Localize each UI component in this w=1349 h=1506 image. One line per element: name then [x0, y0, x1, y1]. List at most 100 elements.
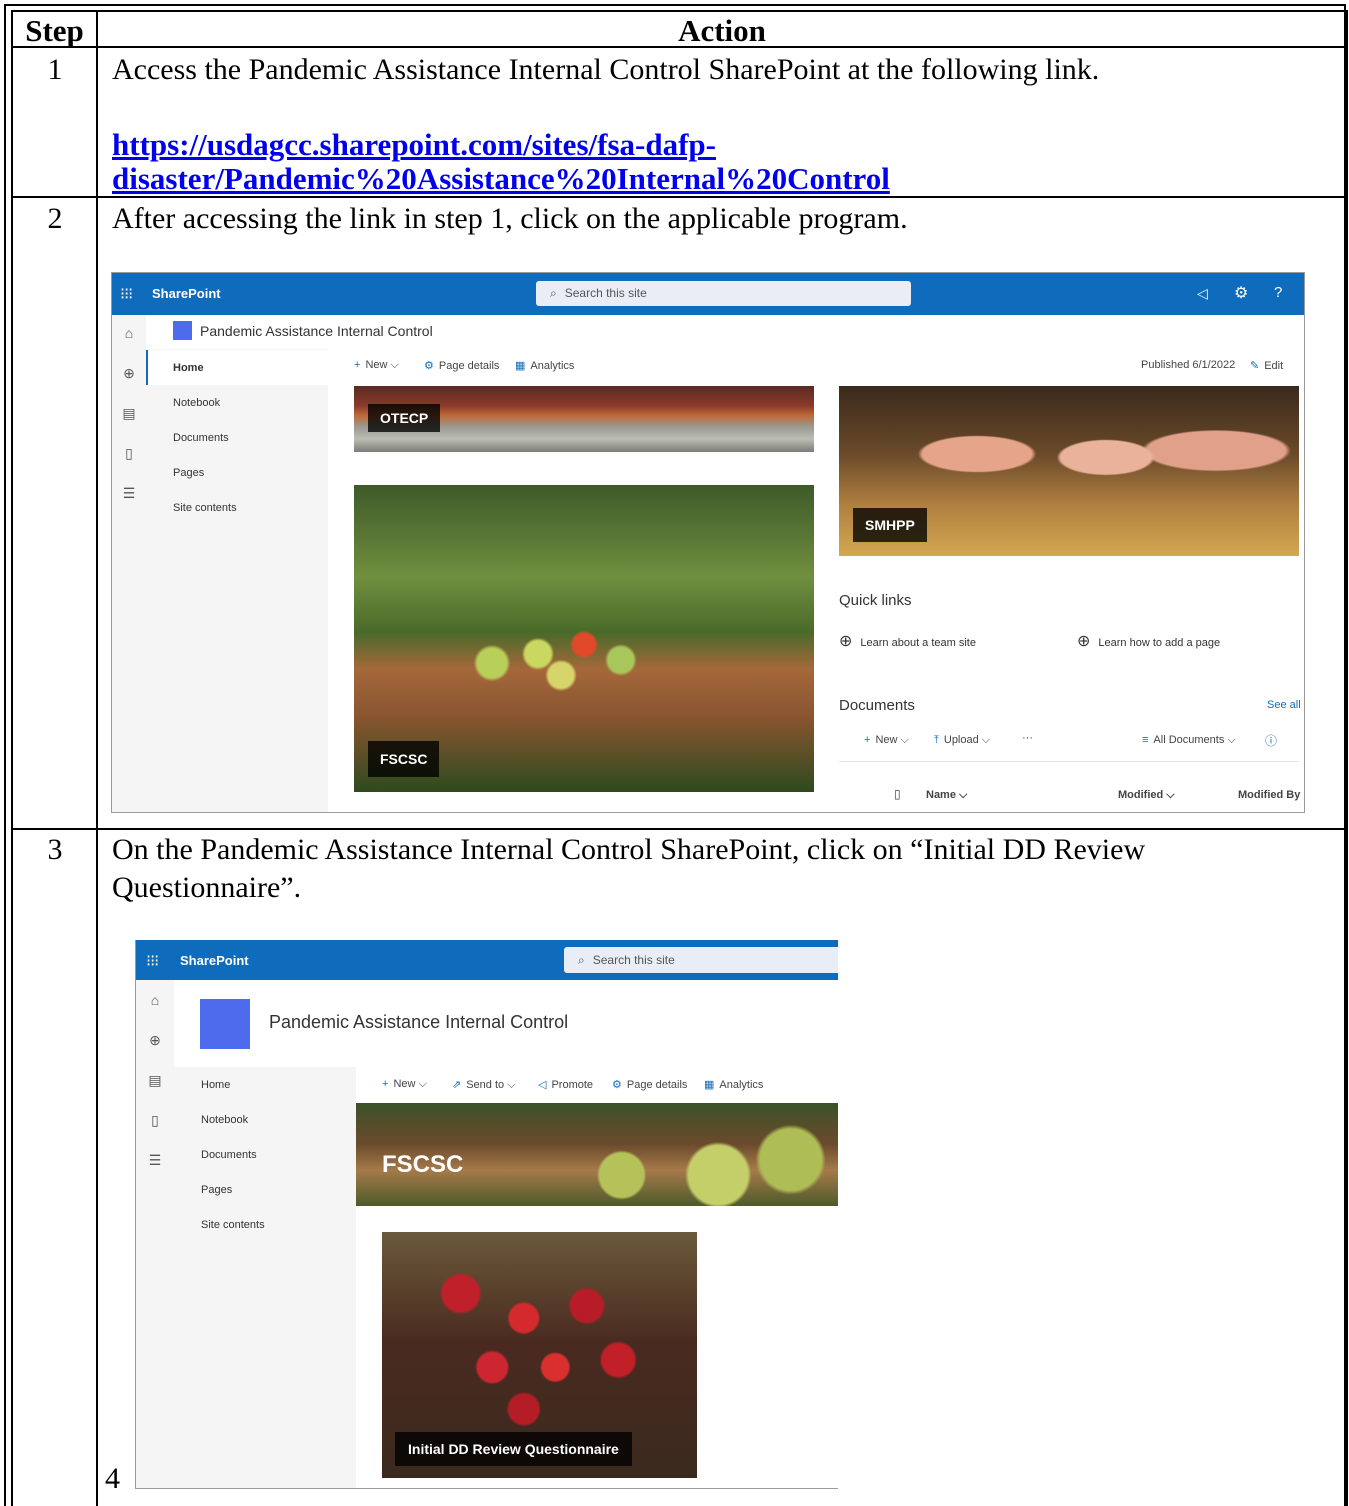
new-button[interactable]: + New ⌵ — [354, 359, 399, 372]
sharepoint-screenshot-home: ⁝⁝⁝ SharePoint ⌕ Search this site ◁ ⚙ ? ⌂… — [111, 272, 1305, 813]
site-title[interactable]: Pandemic Assistance Internal Control — [269, 1012, 568, 1033]
initial-dd-review-tile[interactable]: Initial DD Review Questionnaire — [382, 1232, 697, 1478]
tile-label-initial-dd-review: Initial DD Review Questionnaire — [395, 1432, 632, 1466]
left-nav — [146, 349, 328, 812]
app-rail: ⌂ ⊕ ▤ ▯ ☰ — [136, 980, 174, 1488]
step-3-text-line2: Questionnaire”. — [112, 871, 302, 904]
sharepoint-link-line1[interactable]: https://usdagcc.sharepoint.com/sites/fsa… — [112, 127, 716, 163]
search-placeholder: Search this site — [564, 286, 647, 300]
nav-pages[interactable]: Pages — [173, 467, 204, 479]
documents-title: Documents — [839, 697, 915, 714]
column-modified-by[interactable]: Modified By — [1238, 789, 1300, 801]
brand-name: SharePoint — [152, 286, 221, 301]
pencil-icon: ✎ — [1250, 360, 1260, 372]
nav-site-contents[interactable]: Site contents — [173, 502, 237, 514]
gear-icon: ⚙ — [612, 1079, 622, 1091]
quick-link-add-page[interactable]: ⊕ Learn how to add a page — [1077, 631, 1220, 651]
info-icon[interactable]: ⓘ — [1265, 732, 1277, 749]
step-number: 3 — [47, 833, 63, 866]
site-logo — [200, 999, 250, 1049]
file-type-icon: ▯ — [894, 787, 901, 801]
site-title[interactable]: Pandemic Assistance Internal Control — [200, 323, 433, 339]
gear-icon: ⚙ — [424, 360, 434, 372]
step-number: 2 — [47, 202, 63, 235]
page-details-button[interactable]: ⚙ Page details — [424, 359, 499, 372]
fscsc-tile[interactable]: FSCSC — [354, 485, 814, 792]
step-3-text-line1: On the Pandemic Assistance Internal Cont… — [112, 833, 1146, 866]
nav-documents[interactable]: Documents — [173, 432, 229, 444]
search-box[interactable]: ⌕ Search this site — [536, 281, 911, 306]
list-icon[interactable]: ☰ — [136, 1152, 174, 1169]
column-modified[interactable]: Modified ⌵ — [1118, 789, 1175, 802]
edit-button[interactable]: ✎ Edit — [1250, 359, 1283, 372]
news-icon[interactable]: ▤ — [136, 1072, 174, 1089]
smhpp-tile[interactable]: SMHPP — [839, 386, 1299, 556]
nav-home[interactable]: Home — [173, 362, 204, 374]
app-rail: ⌂ ⊕ ▤ ▯ ☰ — [112, 315, 146, 812]
nav-notebook[interactable]: Notebook — [173, 397, 220, 409]
home-icon[interactable]: ⌂ — [112, 325, 146, 341]
nav-site-contents[interactable]: Site contents — [201, 1219, 265, 1231]
tile-label-otecp: OTECP — [368, 404, 441, 432]
news-icon[interactable]: ▤ — [112, 405, 146, 422]
home-icon[interactable]: ⌂ — [136, 992, 174, 1008]
chart-icon: ▦ — [515, 360, 526, 372]
settings-gear-icon[interactable]: ⚙ — [1234, 283, 1248, 303]
help-icon[interactable]: ? — [1274, 284, 1282, 301]
promote-button[interactable]: ◁ Promote — [538, 1078, 593, 1091]
tile-label-smhpp: SMHPP — [853, 508, 927, 542]
new-button[interactable]: + New ⌵ — [382, 1078, 427, 1091]
doc-header-divider — [839, 761, 1299, 762]
brand-name: SharePoint — [180, 953, 249, 968]
search-box[interactable]: ⌕ Search this site — [564, 947, 838, 973]
megaphone-icon: ◁ — [538, 1079, 547, 1091]
quick-links-title: Quick links — [839, 592, 912, 609]
search-placeholder: Search this site — [592, 953, 675, 967]
upload-button[interactable]: ⤒ Upload ⌵ — [934, 734, 990, 747]
globe-icon[interactable]: ⊕ — [136, 1032, 174, 1049]
doc-new-button[interactable]: + New ⌵ — [864, 734, 909, 747]
column-name[interactable]: Name ⌵ — [926, 789, 967, 802]
globe-icon: ⊕ — [839, 633, 853, 650]
send-to-button[interactable]: ⇗ Send to ⌵ — [452, 1078, 516, 1092]
analytics-button[interactable]: ▦ Analytics — [704, 1078, 763, 1091]
list-icon[interactable]: ☰ — [112, 485, 146, 502]
step-number: 4 — [105, 1462, 120, 1495]
nav-home[interactable]: Home — [201, 1079, 230, 1091]
suite-bar: ⁝⁝⁝ SharePoint ⌕ Search this site ◁ ⚙ ? — [112, 273, 1304, 315]
row-divider — [11, 828, 1348, 830]
nav-notebook[interactable]: Notebook — [201, 1114, 248, 1126]
filter-lines-icon: ≡ — [1142, 734, 1149, 746]
globe-icon[interactable]: ⊕ — [112, 365, 146, 382]
step-1-text: Access the Pandemic Assistance Internal … — [112, 53, 1100, 86]
quick-link-team-site[interactable]: ⊕ Learn about a team site — [839, 631, 976, 651]
share-icon: ⇗ — [452, 1079, 462, 1091]
app-launcher-icon[interactable]: ⁝⁝⁝ — [146, 951, 159, 971]
globe-icon: ⊕ — [1077, 633, 1091, 650]
suite-bar: ⁝⁝⁝ SharePoint ⌕ Search this site — [136, 940, 838, 980]
nav-pages[interactable]: Pages — [201, 1184, 232, 1196]
left-nav — [174, 1067, 356, 1488]
step-number: 1 — [47, 53, 63, 86]
app-launcher-icon[interactable]: ⁝⁝⁝ — [120, 284, 133, 304]
megaphone-icon[interactable]: ◁ — [1197, 285, 1208, 302]
step-2-text: After accessing the link in step 1, clic… — [112, 202, 908, 235]
file-icon[interactable]: ▯ — [112, 445, 146, 462]
file-icon[interactable]: ▯ — [136, 1112, 174, 1129]
otecp-tile[interactable]: OTECP — [354, 386, 814, 452]
sharepoint-link-line2[interactable]: disaster/Pandemic%20Assistance%20Interna… — [112, 161, 890, 197]
more-options-icon[interactable]: ··· — [1022, 732, 1033, 744]
search-icon: ⌕ — [550, 286, 557, 300]
see-all-link[interactable]: See all — [1267, 699, 1301, 711]
site-logo — [173, 321, 192, 340]
published-status: Published 6/1/2022 — [1141, 359, 1236, 371]
header-action: Action — [678, 13, 766, 48]
page-details-button[interactable]: ⚙ Page details — [612, 1078, 687, 1091]
analytics-button[interactable]: ▦ Analytics — [515, 359, 574, 372]
fscsc-banner: FSCSC — [356, 1103, 838, 1206]
plus-icon: + — [382, 1078, 389, 1090]
nav-documents[interactable]: Documents — [201, 1149, 257, 1161]
header-step: Step — [25, 13, 84, 48]
view-selector[interactable]: ≡ All Documents ⌵ — [1142, 734, 1236, 747]
search-icon: ⌕ — [578, 953, 585, 967]
